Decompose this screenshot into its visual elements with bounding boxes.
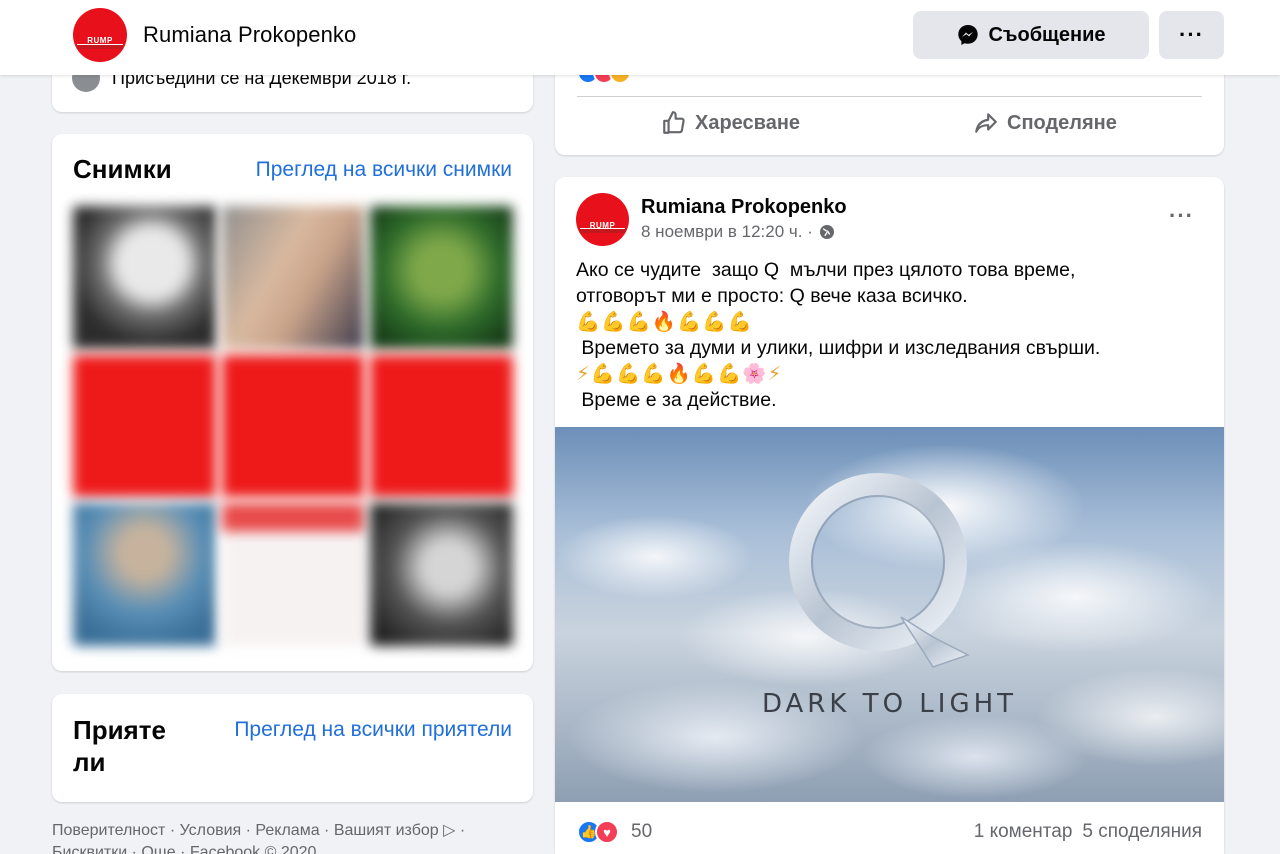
image-caption: DARK TO LIGHT [761, 689, 1018, 719]
photo-thumbnail[interactable] [221, 354, 365, 498]
message-button-label: Съобщение [988, 23, 1106, 46]
post-emoji-line: ⚡💪💪💪🔥💪💪🌸⚡ [576, 363, 783, 385]
messenger-icon [958, 25, 979, 45]
friends-title: Прияте ли [73, 714, 166, 778]
reaction-count[interactable]: 50 [631, 821, 652, 843]
post-author-avatar[interactable]: RUMP [576, 193, 629, 246]
footer-line-1[interactable]: Поверителност · Условия · Реклама · Ваши… [52, 820, 552, 842]
footer-line-2[interactable]: Бисквитки · Още · Facebook © 2020 [52, 842, 552, 854]
post-meta: 8 ноември в 12:20 ч. · [641, 222, 835, 242]
photo-thumbnail[interactable] [73, 503, 216, 646]
photo-thumbnail[interactable] [370, 206, 513, 349]
friends-title-line1: Прияте [73, 715, 166, 745]
photo-thumbnail[interactable] [73, 354, 216, 498]
comment-count[interactable]: 1 коментар [974, 821, 1073, 843]
post-text-line: Ако се чудите защо Q мълчи през цялото т… [576, 259, 1076, 281]
photos-title: Снимки [73, 154, 172, 184]
more-options-button[interactable]: ··· [1159, 11, 1224, 59]
post-card: RUMP Rumiana Prokopenko 8 ноември в 12:2… [555, 177, 1224, 854]
post-engagement-bar: 👍 ♥ 50 1 коментар 5 споделяния [577, 817, 1202, 847]
share-count[interactable]: 5 споделяния [1082, 821, 1202, 843]
footer-links: Поверителност · Условия · Реклама · Ваши… [52, 820, 552, 854]
post-text: Ако се чудите защо Q мълчи през цялото т… [576, 257, 1206, 413]
divider [577, 96, 1202, 97]
photos-card: Снимки Преглед на всички снимки [52, 134, 533, 671]
q-logo-icon [789, 473, 970, 668]
photo-thumbnail[interactable] [221, 206, 365, 349]
post-text-line: Времето за думи и улики, шифри и изследв… [576, 337, 1101, 359]
post-options-icon[interactable]: ··· [1169, 203, 1194, 229]
post-emoji-line: 💪💪💪🔥💪💪💪 [576, 311, 753, 333]
like-label: Харесване [695, 111, 801, 134]
share-arrow-icon [975, 113, 997, 133]
post-author-name[interactable]: Rumiana Prokopenko [641, 196, 847, 219]
thumbs-up-icon [663, 111, 685, 134]
photo-thumbnail[interactable] [73, 206, 216, 349]
post-timestamp[interactable]: 8 ноември в 12:20 ч. · [641, 222, 813, 242]
message-button[interactable]: Съобщение [913, 11, 1149, 59]
profile-avatar[interactable]: RUMP [73, 8, 127, 62]
photo-thumbnail[interactable] [370, 354, 513, 498]
post-text-line: Време е за действие. [576, 389, 777, 411]
avatar-strip [77, 43, 123, 50]
friends-card: Прияте ли Преглед на всички приятели [52, 694, 533, 802]
avatar-strip [580, 227, 625, 234]
photo-grid [73, 206, 513, 646]
love-reaction-icon: ♥ [595, 820, 619, 844]
see-all-photos-link[interactable]: Преглед на всички снимки [256, 158, 512, 182]
share-label: Споделяне [1007, 111, 1117, 134]
photo-thumbnail[interactable] [370, 503, 513, 646]
friends-title-line2: ли [73, 747, 106, 777]
post-image[interactable]: DARK TO LIGHT [555, 427, 1224, 802]
post-text-line: отговорът ми е просто: Q вече каза всичк… [576, 285, 968, 307]
see-all-friends-link[interactable]: Преглед на всички приятели [234, 718, 512, 742]
profile-sticky-header: RUMP Rumiana Prokopenko Съобщение ··· [0, 0, 1280, 75]
share-button[interactable]: Споделяне [973, 110, 1117, 136]
globe-icon [819, 225, 834, 239]
photo-thumbnail[interactable] [221, 503, 365, 646]
profile-name[interactable]: Rumiana Prokopenko [143, 22, 356, 48]
like-button[interactable]: Харесване [661, 110, 800, 136]
